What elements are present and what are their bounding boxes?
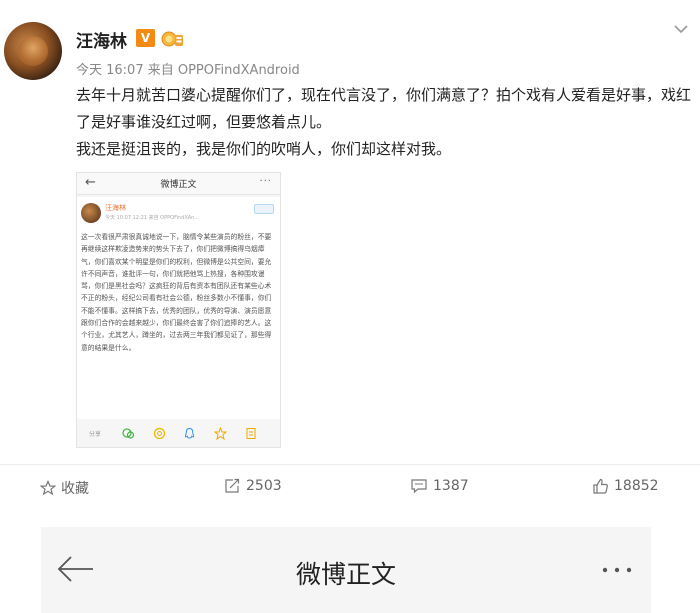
comment-icon: [411, 479, 427, 494]
post-image[interactable]: ← 微博正文 ··· 汪海林 今天 10:07 12:21 来自 OPPOFin…: [76, 172, 281, 448]
avatar[interactable]: [4, 22, 62, 80]
follow-badge: [254, 204, 274, 214]
post-meta: 今天 16:07 来自 OPPOFindXAndroid: [76, 63, 300, 78]
repost-icon: [225, 478, 240, 493]
share-label: 分享: [89, 431, 102, 438]
image-username: 汪海林: [105, 204, 126, 212]
repost-count: 2503: [246, 478, 282, 494]
chevron-down-icon[interactable]: [672, 20, 690, 38]
star-icon: [214, 427, 227, 440]
avatar: [81, 203, 101, 223]
image-footer: 分享: [77, 420, 280, 448]
thumbs-up-icon: [593, 478, 608, 494]
more-icon[interactable]: [597, 560, 637, 580]
repost-button[interactable]: 2503: [224, 478, 282, 494]
wechat-icon: [122, 428, 135, 439]
post-text-line: 去年十月就苦口婆心提醒你们了，现在代言没了，你们满意了？拍个戏有人爱看是好事，戏…: [76, 86, 692, 131]
vip-badge: V: [136, 29, 155, 47]
image-title: 微博正文: [160, 180, 197, 190]
image-meta: 今天 10:07 12:21 来自 OPPOFindXAn...: [105, 215, 200, 221]
moments-icon: [153, 427, 166, 440]
qq-icon: [184, 427, 195, 439]
note-icon: [246, 428, 256, 439]
username[interactable]: 汪海林: [76, 27, 127, 52]
comment-button[interactable]: 1387: [410, 478, 469, 494]
like-button[interactable]: 18852: [592, 478, 659, 494]
detail-header: 微博正文: [41, 527, 651, 613]
favorite-label: 收藏: [61, 481, 89, 497]
divider: [0, 464, 700, 465]
favorite-button[interactable]: 收藏: [40, 478, 89, 498]
more-icon: ···: [259, 176, 272, 187]
image-card: 汪海林 今天 10:07 12:21 来自 OPPOFindXAn... 这一次…: [77, 197, 280, 419]
medal-icon: [161, 31, 183, 47]
star-icon: [40, 480, 56, 496]
comment-count: 1387: [433, 478, 469, 494]
image-body: 这一次看很严肃很真诚地说一下，脑情令某些演员的粉丝，不要再继续这样欺凌造势来的势…: [81, 233, 272, 352]
like-count: 18852: [614, 478, 659, 494]
page-title: 微博正文: [295, 560, 396, 589]
post-text-line: 我还是挺沮丧的，我是你们的吹哨人，你们却这样对我。: [76, 140, 452, 158]
post-text: 去年十月就苦口婆心提醒你们了，现在代言没了，你们满意了？拍个戏有人爱看是好事，戏…: [76, 82, 691, 163]
image-header: ← 微博正文 ···: [77, 173, 280, 195]
